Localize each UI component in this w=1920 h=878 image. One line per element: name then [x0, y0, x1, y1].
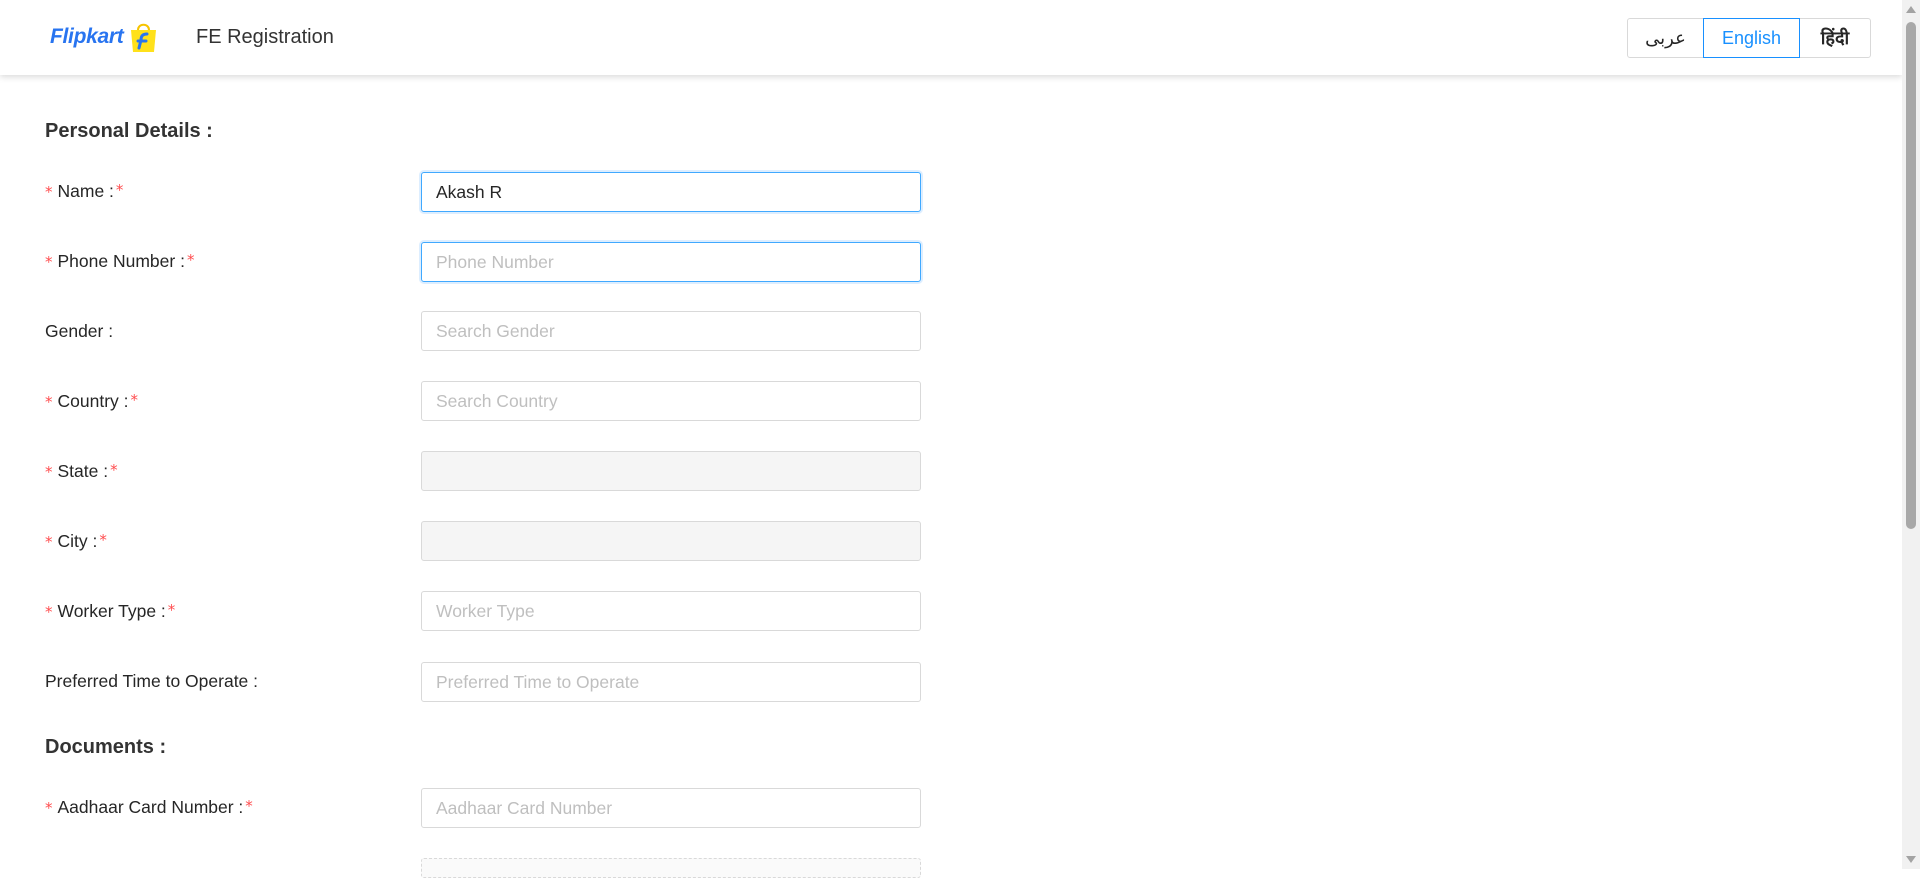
name-input[interactable] [436, 181, 906, 203]
name-label: * Name : * [45, 181, 124, 201]
city-select[interactable] [421, 521, 921, 561]
country-search-input[interactable] [436, 390, 906, 412]
name-field[interactable] [421, 172, 921, 212]
city-label: * City : * [45, 531, 107, 551]
worker-type-label: * Worker Type : * [45, 601, 176, 621]
personal-details-heading: Personal Details : [45, 120, 213, 142]
country-select[interactable] [421, 381, 921, 421]
documents-heading: Documents : [45, 736, 167, 758]
app-header: Flipkart FE Registration عربى English हि… [0, 0, 1902, 75]
language-arabic-button[interactable]: عربى [1627, 18, 1704, 58]
language-english-button[interactable]: English [1703, 18, 1800, 58]
aadhaar-number-field[interactable] [421, 788, 921, 828]
flipkart-bag-icon [127, 21, 160, 54]
preferred-time-select[interactable] [421, 662, 921, 702]
scroll-thumb[interactable] [1906, 22, 1916, 529]
aadhaar-number-input[interactable] [436, 797, 906, 819]
gender-label: Gender : [45, 321, 114, 341]
worker-type-input[interactable] [436, 600, 906, 622]
preferred-time-label: Preferred Time to Operate : [45, 671, 259, 691]
worker-type-select[interactable] [421, 591, 921, 631]
aadhaar-label: * Aadhaar Card Number : * [45, 797, 253, 817]
document-upload-area[interactable] [421, 858, 921, 878]
required-marker: * [45, 183, 53, 201]
phone-number-field[interactable] [421, 242, 921, 282]
logo-text: Flipkart [50, 25, 124, 48]
language-hindi-button[interactable]: हिंदी [1799, 18, 1871, 58]
country-label: * Country : * [45, 391, 138, 411]
state-label: * State : * [45, 461, 118, 481]
phone-label: * Phone Number : * [45, 251, 195, 271]
gender-select[interactable] [421, 311, 921, 351]
gender-search-input[interactable] [436, 320, 906, 342]
scroll-down-arrow-icon[interactable] [1906, 856, 1916, 863]
flipkart-logo[interactable]: Flipkart [50, 19, 160, 55]
preferred-time-input[interactable] [436, 671, 906, 693]
page-title: FE Registration [196, 26, 334, 48]
page-scrollbar[interactable] [1902, 0, 1920, 869]
language-switcher: عربى English हिंदी [1627, 18, 1871, 58]
phone-number-input[interactable] [436, 251, 906, 273]
scroll-up-arrow-icon[interactable] [1906, 6, 1916, 13]
state-select[interactable] [421, 451, 921, 491]
required-marker: * [115, 181, 124, 199]
